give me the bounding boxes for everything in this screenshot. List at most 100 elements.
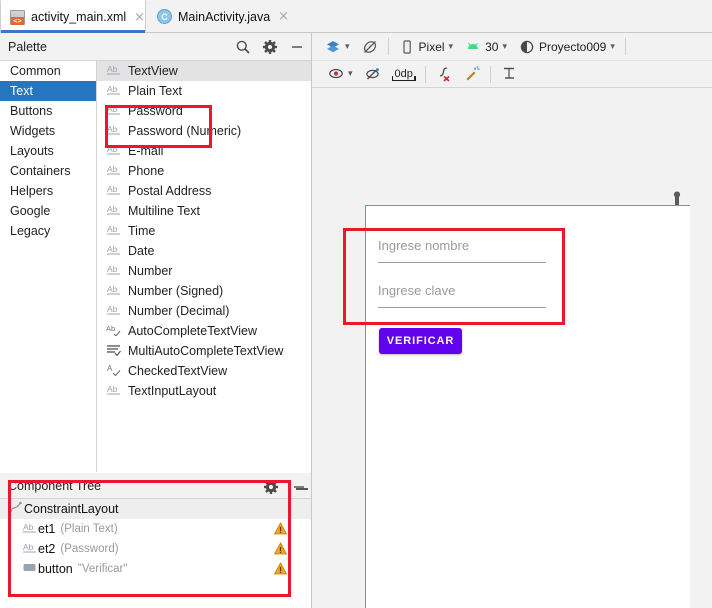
- palette-item-label: Password: [128, 104, 183, 118]
- palette-item-password[interactable]: Ab Password: [97, 101, 311, 121]
- palette-category-text[interactable]: Text: [0, 81, 96, 101]
- palette-item-label: Number (Signed): [128, 284, 224, 298]
- svg-text:Ab: Ab: [107, 64, 118, 74]
- device-preview-frame[interactable]: Ingrese nombre Ingrese clave VERIFICAR: [365, 205, 712, 608]
- component-tree-panel: Component Tree ConstraintLayout Ab et1 (…: [0, 474, 312, 608]
- palette-item-list: Ab TextView Ab Plain Text Ab Password Ab…: [97, 61, 311, 472]
- api-level-selector[interactable]: 30 ▾: [459, 36, 513, 58]
- design-toolbar-row1: ▾ Pixel ▾ 30 ▾ Proyecto009 ▾: [312, 33, 712, 61]
- palette-item-email[interactable]: Ab E-mail: [97, 141, 311, 161]
- component-tree-header: Component Tree: [0, 474, 311, 499]
- nombre-field[interactable]: Ingrese nombre: [378, 233, 546, 263]
- ab-icon: Ab: [106, 143, 122, 159]
- ab-icon: Ab: [106, 223, 122, 239]
- verificar-button[interactable]: VERIFICAR: [379, 328, 462, 354]
- default-margin-value[interactable]: 0dp: [387, 63, 421, 85]
- warning-icon[interactable]: [273, 522, 288, 538]
- palette-item-label: Number: [128, 264, 173, 278]
- minimize-icon[interactable]: [291, 479, 307, 495]
- palette-item-label: Postal Address: [128, 184, 212, 198]
- palette-item-autocompletetextview[interactable]: Ab AutoCompleteTextView: [97, 321, 311, 341]
- close-icon[interactable]: ×: [278, 10, 289, 23]
- tree-row-et2[interactable]: Ab et2 (Password): [0, 539, 311, 559]
- tree-row-button[interactable]: button "Verificar": [0, 559, 311, 579]
- clear-constraints-button[interactable]: [430, 63, 458, 85]
- gear-icon[interactable]: [263, 479, 279, 495]
- palette-toolbar: [235, 33, 305, 61]
- palette-item-date[interactable]: Ab Date: [97, 241, 311, 261]
- view-options-button[interactable]: ▾: [322, 63, 359, 85]
- palette-category-legacy[interactable]: Legacy: [0, 221, 96, 241]
- palette-item-textview[interactable]: Ab TextView: [97, 61, 311, 81]
- palette-item-postal-address[interactable]: Ab Postal Address: [97, 181, 311, 201]
- theme-selector[interactable]: Proyecto009 ▾: [513, 36, 621, 58]
- api-level-label: 30: [485, 39, 499, 54]
- minimize-icon[interactable]: [289, 39, 305, 55]
- palette-category-buttons[interactable]: Buttons: [0, 101, 96, 121]
- component-tree-title: Component Tree: [8, 479, 102, 493]
- palette-item-number[interactable]: Ab Number: [97, 261, 311, 281]
- tab-activity-main-xml[interactable]: activity_main.xml ×: [0, 0, 146, 33]
- palette-item-phone[interactable]: Ab Phone: [97, 161, 311, 181]
- chevron-down-icon: ▾: [348, 69, 353, 79]
- ab-icon: Ab: [106, 383, 122, 399]
- guideline-button[interactable]: [495, 63, 523, 85]
- toggle-constraints-button[interactable]: [359, 63, 387, 85]
- margin-label: 0dp: [391, 67, 417, 82]
- ab-icon: Ab: [106, 303, 122, 319]
- svg-text:Ab: Ab: [107, 184, 118, 194]
- svg-text:Ab: Ab: [106, 324, 115, 333]
- clave-field[interactable]: Ingrese clave: [378, 278, 546, 308]
- palette-category-widgets[interactable]: Widgets: [0, 121, 96, 141]
- palette-item-number-signed[interactable]: Ab Number (Signed): [97, 281, 311, 301]
- device-selector[interactable]: Pixel ▾: [393, 36, 460, 58]
- svg-text:Ab: Ab: [107, 384, 118, 394]
- palette-category-common[interactable]: Common: [0, 61, 96, 81]
- palette-item-number-decimal[interactable]: Ab Number (Decimal): [97, 301, 311, 321]
- palette-item-time[interactable]: Ab Time: [97, 221, 311, 241]
- palette-item-textinputlayout[interactable]: Ab TextInputLayout: [97, 381, 311, 401]
- svg-text:Ab: Ab: [107, 244, 118, 254]
- tab-mainactivity-java[interactable]: C MainActivity.java ×: [148, 0, 297, 33]
- svg-text:Ab: Ab: [107, 204, 118, 214]
- toolbar-separator: [424, 65, 426, 83]
- orientation-button[interactable]: [356, 36, 384, 58]
- design-toolbar-row2: ▾ 0dp: [312, 61, 712, 88]
- palette-category-google[interactable]: Google: [0, 201, 96, 221]
- component-tree-toolbar: [263, 474, 307, 499]
- svg-text:Ab: Ab: [107, 304, 118, 314]
- java-class-icon: C: [157, 9, 172, 24]
- palette-item-plain-text[interactable]: Ab Plain Text: [97, 81, 311, 101]
- collapse-handle[interactable]: [296, 488, 308, 490]
- palette-item-label: Password (Numeric): [128, 124, 242, 138]
- design-canvas[interactable]: Ingrese nombre Ingrese clave VERIFICAR: [312, 88, 712, 608]
- palette-item-multiautocompletetextview[interactable]: MultiAutoCompleteTextView: [97, 341, 311, 361]
- tab-label: MainActivity.java: [178, 9, 271, 24]
- palette-item-multiline-text[interactable]: Ab Multiline Text: [97, 201, 311, 221]
- tree-row-et1[interactable]: Ab et1 (Plain Text): [0, 519, 311, 539]
- warning-icon[interactable]: [273, 562, 288, 578]
- svg-text:Ab: Ab: [107, 84, 118, 94]
- palette-category-containers[interactable]: Containers: [0, 161, 96, 181]
- infer-constraints-button[interactable]: [458, 63, 486, 85]
- palette-item-checkedtextview[interactable]: A CheckedTextView: [97, 361, 311, 381]
- chevron-down-icon: ▾: [502, 41, 507, 52]
- tree-row-type: (Plain Text): [60, 523, 118, 535]
- palette-category-helpers[interactable]: Helpers: [0, 181, 96, 201]
- close-icon[interactable]: ×: [134, 11, 145, 24]
- palette-item-label: TextView: [128, 64, 178, 78]
- warning-icon[interactable]: [273, 542, 288, 558]
- clave-hint: Ingrese clave: [378, 283, 456, 298]
- search-icon[interactable]: [235, 39, 251, 55]
- palette-category-layouts[interactable]: Layouts: [0, 141, 96, 161]
- tree-row-constraintlayout[interactable]: ConstraintLayout: [0, 499, 311, 519]
- palette-panel: Palette Common Text Buttons Widgets Layo…: [0, 33, 312, 473]
- theme-label: Proyecto009: [538, 39, 607, 54]
- palette-item-password-numeric[interactable]: Ab Password (Numeric): [97, 121, 311, 141]
- layout-variants-button[interactable]: ▾: [319, 36, 356, 58]
- gear-icon[interactable]: [262, 39, 278, 55]
- tree-row-label: ConstraintLayout: [24, 502, 119, 516]
- svg-text:Ab: Ab: [107, 264, 118, 274]
- a-check-icon: A: [106, 363, 122, 379]
- ab-icon: Ab: [106, 283, 122, 299]
